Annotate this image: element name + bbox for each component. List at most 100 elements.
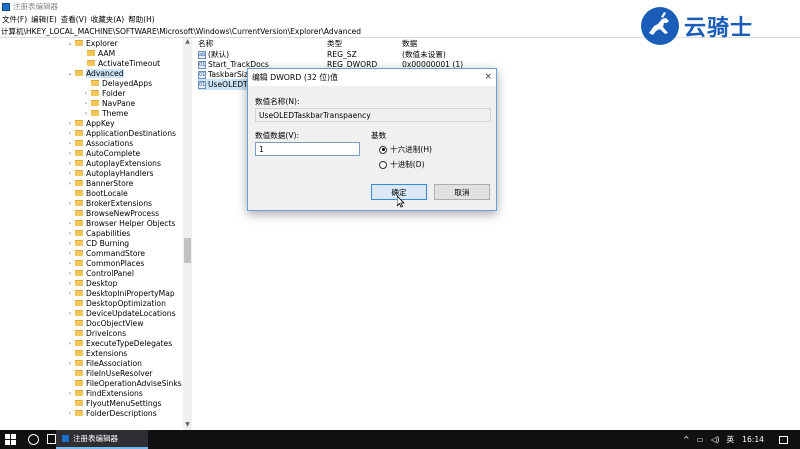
tree-node[interactable]: › NavPane [82, 98, 135, 108]
expand-icon[interactable]: › [66, 120, 74, 127]
expand-icon[interactable]: › [66, 310, 74, 317]
tree-node[interactable]: › DeviceUpdateLocations [66, 308, 176, 318]
tree-node[interactable]: ⌄ Explorer [66, 38, 117, 48]
expand-icon[interactable]: › [66, 340, 74, 347]
clock[interactable]: 16:14 [742, 435, 764, 444]
notification-icon[interactable] [779, 435, 788, 444]
menu-favorites[interactable]: 收藏夹(A) [91, 14, 124, 25]
tree-node[interactable]: › FileAssociation [66, 358, 142, 368]
ime-indicator[interactable]: 英 [727, 434, 735, 445]
tree-node[interactable]: › Desktop [66, 278, 118, 288]
menu-view[interactable]: 查看(V) [61, 14, 87, 25]
tree-node[interactable]: › Capabilities [66, 228, 131, 238]
scroll-up-icon[interactable]: ▲ [183, 38, 192, 47]
expand-icon[interactable]: › [66, 240, 74, 247]
expand-icon[interactable]: › [66, 390, 74, 397]
value-name: TaskbarSiz [208, 70, 248, 79]
value-row-selected[interactable]: 01 UseOLEDTa [198, 79, 252, 90]
tree-node[interactable]: FileInUseResolver [66, 368, 153, 378]
tree-node[interactable]: › Browser Helper Objects [66, 218, 176, 228]
expand-icon[interactable]: › [66, 180, 74, 187]
value-data-input[interactable]: 1 [255, 142, 360, 156]
tree-node[interactable]: › CommandStore [66, 248, 145, 258]
tree-node[interactable]: › AppKey [66, 118, 115, 128]
column-header-data[interactable]: 数据 [402, 38, 417, 49]
tree-node[interactable]: › Folder [82, 88, 126, 98]
column-header-type[interactable]: 类型 [327, 38, 342, 49]
expand-icon[interactable]: › [82, 100, 90, 107]
scroll-thumb[interactable] [184, 238, 191, 263]
tree-node[interactable]: › FolderDescriptions [66, 408, 157, 418]
task-view-icon[interactable] [47, 434, 56, 444]
expand-icon[interactable]: › [66, 130, 74, 137]
expand-icon[interactable]: › [66, 200, 74, 207]
tree-node[interactable]: › BannerStore [66, 178, 134, 188]
expand-icon[interactable]: › [66, 290, 74, 297]
tree-node[interactable]: FlyoutMenuSettings [66, 398, 161, 408]
taskbar-app-regedit[interactable]: 注册表编辑器 [56, 430, 148, 449]
tree-node[interactable]: › ApplicationDestinations [66, 128, 176, 138]
scroll-down-icon[interactable]: ▼ [183, 421, 192, 430]
tree-node[interactable]: › Theme [82, 108, 128, 118]
tree-node[interactable]: › BrokerExtensions [66, 198, 152, 208]
tree-node[interactable]: DocObjectView [66, 318, 143, 328]
tree-node[interactable]: › CD Burning [66, 238, 129, 248]
tree-scrollbar[interactable]: ▲ ▼ [183, 38, 192, 430]
tree-node[interactable]: ⌄ Advanced [66, 68, 124, 78]
expand-icon[interactable]: › [66, 250, 74, 257]
tree-node[interactable]: › DesktopIniPropertyMap [66, 288, 175, 298]
cancel-button[interactable]: 取消 [434, 184, 490, 200]
regedit-taskbar-icon [62, 435, 69, 442]
collapse-icon[interactable]: ⌄ [66, 70, 74, 77]
tray-overflow-icon[interactable]: ^ [683, 435, 689, 444]
value-name-field[interactable]: UseOLEDTaskbarTranspaency [255, 108, 491, 122]
tree-node[interactable]: › AutoComplete [66, 148, 140, 158]
column-header-name[interactable]: 名称 [198, 38, 213, 49]
tree-node-label: DelayedApps [102, 78, 153, 88]
tree-node[interactable]: BrowseNewProcess [66, 208, 159, 218]
radio-hex-indicator[interactable] [379, 145, 387, 154]
tree-node[interactable]: › AutoplayExtensions [66, 158, 161, 168]
tree-node[interactable]: ActivateTimeout [78, 58, 160, 68]
menu-edit[interactable]: 编辑(E) [31, 14, 57, 25]
expand-icon[interactable]: › [66, 170, 74, 177]
tree-node[interactable]: AAM [78, 48, 115, 58]
tree-node[interactable]: FileOperationAdviseSinks [66, 378, 182, 388]
network-icon[interactable]: ▭ [697, 435, 704, 444]
tree-node[interactable]: › ControlPanel [66, 268, 134, 278]
close-icon[interactable]: × [484, 72, 492, 82]
collapse-icon[interactable]: ⌄ [66, 40, 74, 47]
expand-icon[interactable]: › [66, 140, 74, 147]
expand-icon[interactable]: › [66, 270, 74, 277]
tree-node[interactable]: › Associations [66, 138, 133, 148]
tree-node[interactable]: › FindExtensions [66, 388, 143, 398]
menu-file[interactable]: 文件(F) [2, 14, 27, 25]
tree-node[interactable]: › ExecuteTypeDelegates [66, 338, 172, 348]
cortana-icon[interactable] [28, 434, 39, 445]
radio-decimal[interactable]: 十进制(D) [379, 159, 425, 170]
tree-node[interactable]: › AutoplayHandlers [66, 168, 154, 178]
menu-help[interactable]: 帮助(H) [128, 14, 155, 25]
tree-node[interactable]: Extensions [66, 348, 127, 358]
expand-icon[interactable]: › [66, 280, 74, 287]
radio-hex[interactable]: 十六进制(H) [379, 144, 432, 155]
expand-icon[interactable]: › [66, 150, 74, 157]
expand-icon[interactable]: › [66, 260, 74, 267]
tree-node[interactable]: BootLocale [66, 188, 128, 198]
expand-icon[interactable]: › [82, 110, 90, 117]
radio-decimal-indicator[interactable] [379, 160, 387, 169]
expand-icon[interactable]: › [66, 410, 74, 417]
expand-icon[interactable]: › [82, 90, 90, 97]
expand-icon[interactable]: › [66, 160, 74, 167]
tree-node[interactable]: DelayedApps [82, 78, 152, 88]
volume-icon[interactable]: ◁) [711, 435, 720, 444]
expand-icon[interactable]: › [66, 360, 74, 367]
tree-node-label: DeviceUpdateLocations [86, 308, 176, 318]
windows-start-icon[interactable] [5, 434, 16, 445]
tree-node[interactable]: DesktopOptimization [66, 298, 166, 308]
folder-icon [75, 70, 83, 76]
tree-node[interactable]: › CommonPlaces [66, 258, 145, 268]
expand-icon[interactable]: › [66, 220, 74, 227]
expand-icon[interactable]: › [66, 230, 74, 237]
tree-node[interactable]: DriveIcons [66, 328, 126, 338]
